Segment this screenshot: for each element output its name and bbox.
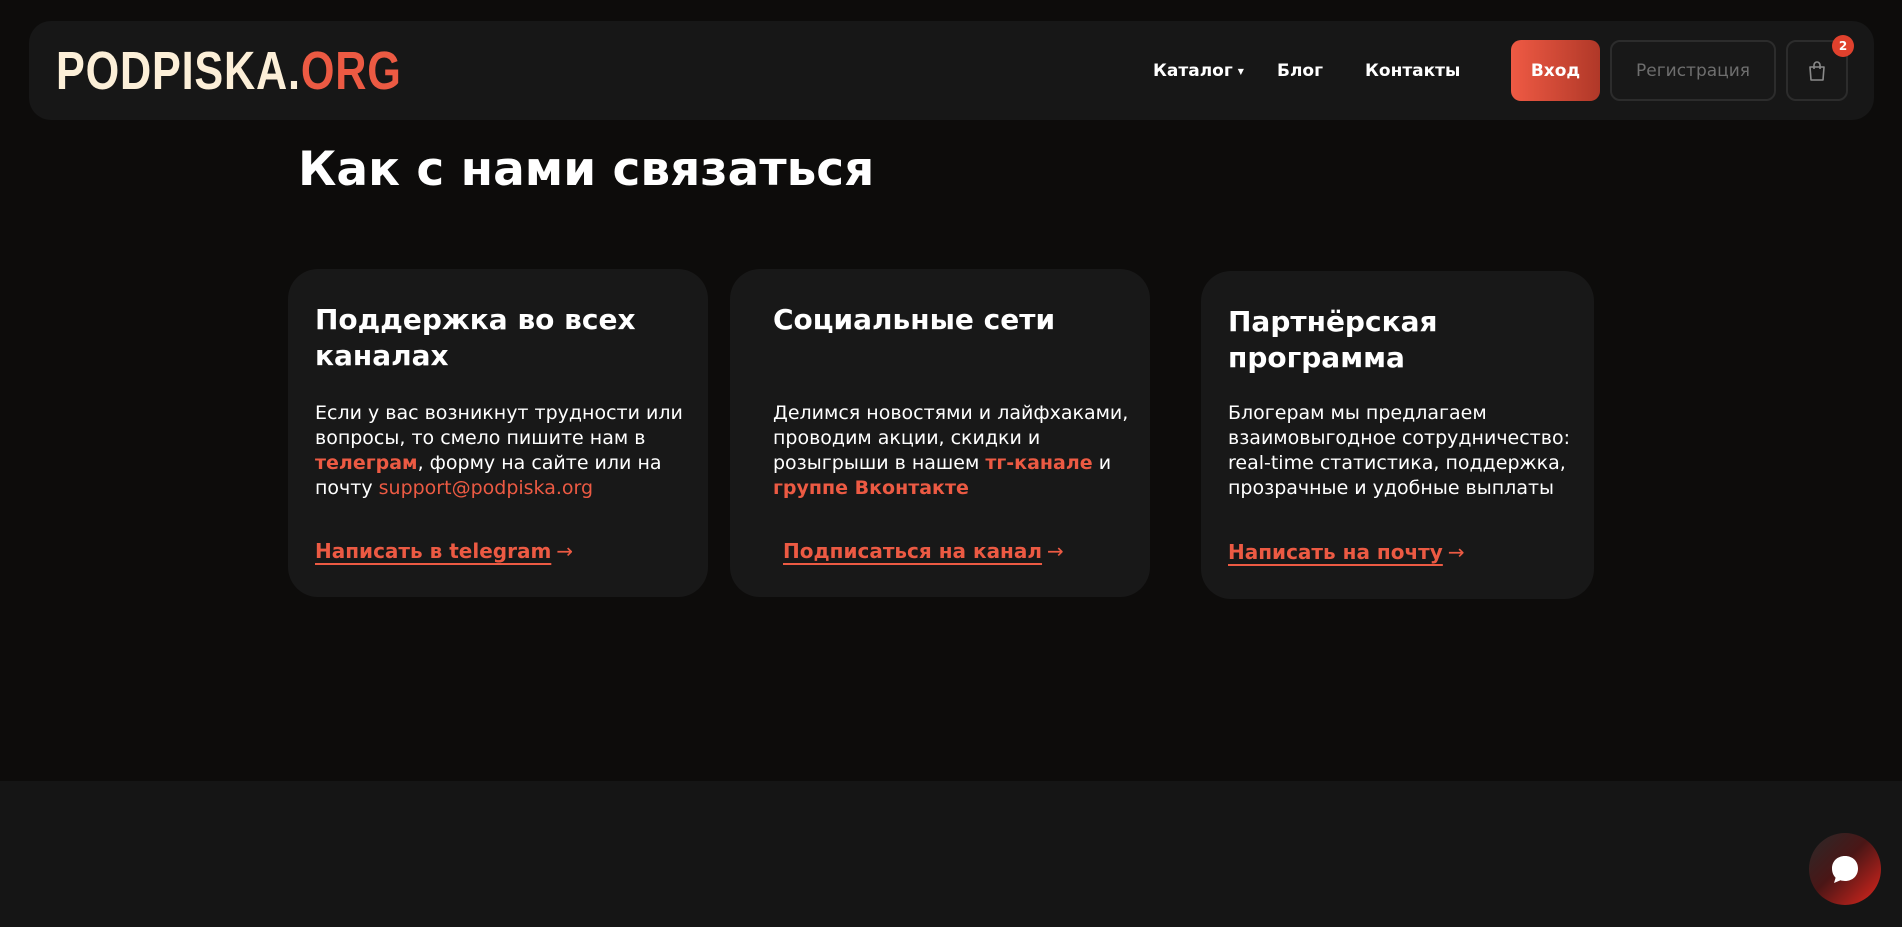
partner-card: Партнёрская программа Блогерам мы предла… — [1201, 271, 1594, 599]
write-email-link[interactable]: Написать на почту → — [1228, 540, 1465, 564]
site-logo[interactable]: PODPISKA.ORG — [56, 42, 402, 100]
card-title: Партнёрская программа — [1228, 305, 1438, 374]
page-title: Как с нами связаться — [298, 142, 875, 197]
write-telegram-link[interactable]: Написать в telegram → — [315, 539, 573, 563]
nav-blog[interactable]: Блог — [1277, 61, 1323, 81]
chat-bubble-icon — [1832, 856, 1858, 883]
tg-channel-link[interactable]: тг-канале — [985, 452, 1092, 474]
card-description: Делимся новостями и лайфхаками, проводим… — [773, 401, 1143, 501]
nav-catalog-label: Каталог — [1153, 61, 1233, 81]
arrow-right-icon: → — [1447, 540, 1465, 564]
footer-band — [0, 781, 1902, 927]
card-description: Блогерам мы предлагаем взаимовыгодное со… — [1228, 402, 1570, 499]
logo-text-accent: ORG — [300, 41, 402, 101]
shopping-bag-icon — [1809, 60, 1825, 81]
vk-group-link[interactable]: группе Вконтакте — [773, 477, 969, 499]
support-card: Поддержка во всех каналах Если у вас воз… — [288, 269, 708, 597]
site-header: PODPISKA.ORG Каталог ▼ Блог Контакты Вход… — [29, 21, 1874, 120]
card-title: Социальные сети — [773, 303, 1056, 336]
nav-contacts[interactable]: Контакты — [1365, 61, 1460, 81]
subscribe-channel-link[interactable]: Подписаться на канал → — [783, 539, 1064, 563]
card-text: и — [1092, 452, 1112, 474]
social-card: Социальные сети Делимся новостями и лайф… — [730, 269, 1150, 597]
arrow-right-icon: → — [556, 539, 574, 563]
link-label: Написать в telegram — [315, 539, 552, 563]
card-title: Поддержка во всех каналах — [315, 303, 636, 372]
cart-button[interactable]: 2 — [1786, 35, 1854, 101]
logo-text-main: PODPISKA. — [56, 41, 301, 101]
nav-catalog[interactable]: Каталог ▼ — [1153, 61, 1244, 81]
card-text: Если у вас возникнут трудности или вопро… — [315, 402, 683, 449]
register-button[interactable]: Регистрация — [1610, 40, 1776, 101]
cart-count-badge: 2 — [1832, 35, 1854, 57]
link-label: Подписаться на канал — [783, 539, 1043, 563]
login-button[interactable]: Вход — [1511, 40, 1600, 101]
arrow-right-icon: → — [1047, 539, 1064, 563]
link-label: Написать на почту — [1228, 540, 1443, 564]
card-description: Если у вас возникнут трудности или вопро… — [315, 401, 695, 501]
telegram-link[interactable]: телеграм — [315, 452, 418, 474]
support-email-link[interactable]: support@podpiska.org — [379, 477, 593, 499]
chat-widget-button[interactable] — [1809, 833, 1881, 905]
caret-down-icon: ▼ — [1237, 66, 1244, 76]
